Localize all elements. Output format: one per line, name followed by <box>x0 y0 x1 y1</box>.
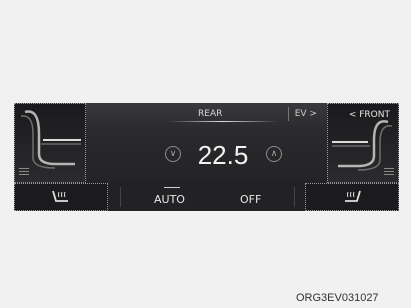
temp-down-icon: ∨ <box>169 148 177 159</box>
temp-down-button[interactable]: ∨ <box>165 146 181 162</box>
off-button[interactable]: OFF <box>240 193 261 206</box>
ev-divider <box>288 107 289 121</box>
temp-up-button[interactable]: ∧ <box>266 146 282 162</box>
auto-indicator <box>164 187 180 188</box>
seat-heater-right-icon <box>345 190 361 202</box>
right-seat-display: < FRONT <box>327 103 399 183</box>
temperature-value: 22.5 <box>197 140 249 170</box>
left-seat-heater-button[interactable] <box>14 183 108 211</box>
right-seat-heater-button[interactable] <box>305 183 399 211</box>
divider <box>120 187 121 207</box>
rear-indicator-line <box>168 121 278 122</box>
temp-up-icon: ∧ <box>270 148 278 159</box>
menu-icon[interactable] <box>384 168 394 176</box>
divider <box>294 187 295 207</box>
seat-heater-left-icon <box>52 190 68 202</box>
auto-button[interactable]: AUTO <box>154 193 185 206</box>
menu-icon[interactable] <box>19 168 29 176</box>
figure-caption: ORG3EV031027 <box>296 292 379 304</box>
rear-label[interactable]: REAR <box>198 109 222 119</box>
center-display: REAR EV > ∨ 22.5 ∧ <box>86 103 327 183</box>
left-seat-display <box>14 103 86 183</box>
climate-control-panel: REAR EV > ∨ 22.5 ∧ < FRONT AUTO OFF <box>14 103 399 211</box>
ev-button[interactable]: EV > <box>295 109 317 119</box>
